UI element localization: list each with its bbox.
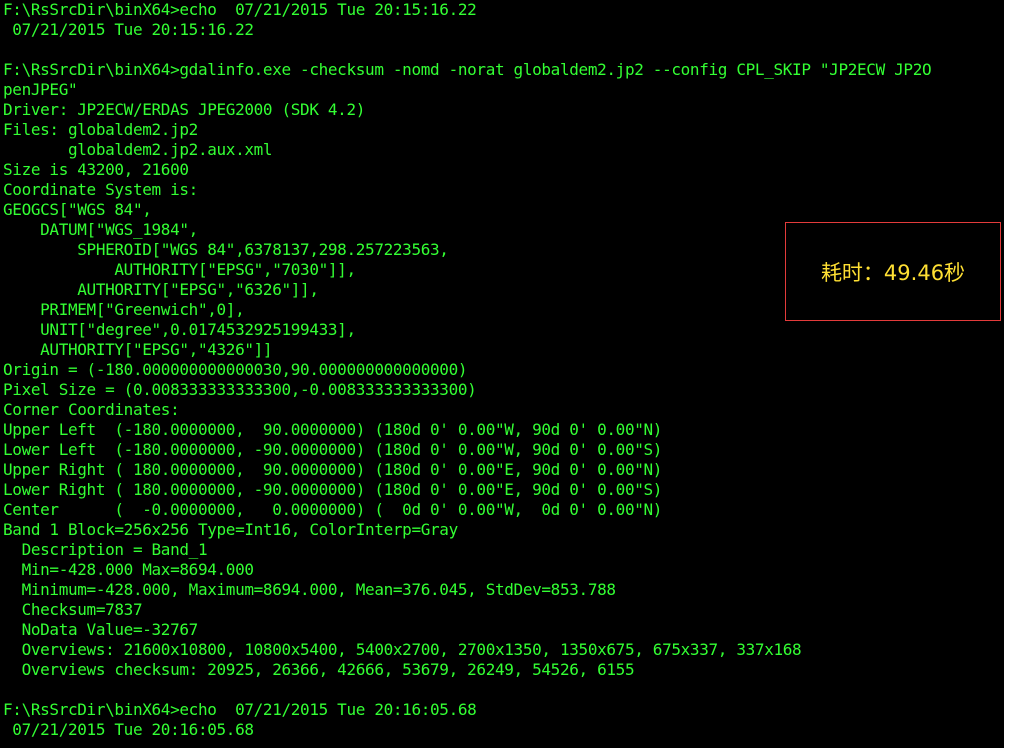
- console-output[interactable]: F:\RsSrcDir\binX64>echo 07/21/2015 Tue 2…: [3, 0, 1004, 748]
- console-line: Overviews: 21600x10800, 10800x5400, 5400…: [3, 640, 802, 659]
- console-line: GEOGCS["WGS 84",: [3, 200, 152, 219]
- timing-label: 耗时：49.46秒: [820, 260, 966, 285]
- console-line: Origin = (-180.000000000000030,90.000000…: [3, 360, 468, 379]
- scrollbar[interactable]: [1004, 0, 1011, 748]
- console-line: Files: globaldem2.jp2: [3, 120, 198, 139]
- console-line: Coordinate System is:: [3, 180, 198, 199]
- timing-annotation: 耗时：49.46秒: [785, 222, 1001, 321]
- console-line: Minimum=-428.000, Maximum=8694.000, Mean…: [3, 580, 616, 599]
- console-line: Corner Coordinates:: [3, 400, 180, 419]
- console-line: UNIT["degree",0.0174532925199433],: [3, 320, 356, 339]
- console-line: Size is 43200, 21600: [3, 160, 189, 179]
- console-line: AUTHORITY["EPSG","4326"]]: [3, 340, 273, 359]
- console-line: Lower Left (-180.0000000, -90.0000000) (…: [3, 440, 663, 459]
- console-line: Upper Left (-180.0000000, 90.0000000) (1…: [3, 420, 663, 439]
- console-line: Description = Band_1: [3, 540, 208, 559]
- console-line: F:\RsSrcDir\binX64>gdalinfo.exe -checksu…: [3, 60, 932, 79]
- console-line: globaldem2.jp2.aux.xml: [3, 140, 273, 159]
- console-line: Pixel Size = (0.008333333333300,-0.00833…: [3, 380, 477, 399]
- console-line: Min=-428.000 Max=8694.000: [3, 560, 254, 579]
- console-line: 07/21/2015 Tue 20:15:16.22: [3, 20, 254, 39]
- console-line: Upper Right ( 180.0000000, 90.0000000) (…: [3, 460, 663, 479]
- console-line: Center ( -0.0000000, 0.0000000) ( 0d 0' …: [3, 500, 663, 519]
- console-line: Band 1 Block=256x256 Type=Int16, ColorIn…: [3, 520, 458, 539]
- console-line: F:\RsSrcDir\binX64>echo 07/21/2015 Tue 2…: [3, 0, 477, 19]
- console-line: Lower Right ( 180.0000000, -90.0000000) …: [3, 480, 663, 499]
- console-line: Checksum=7837: [3, 600, 143, 619]
- console-line: F:\RsSrcDir\binX64>echo 07/21/2015 Tue 2…: [3, 700, 477, 719]
- console-line: Driver: JP2ECW/ERDAS JPEG2000 (SDK 4.2): [3, 100, 366, 119]
- console-line: NoData Value=-32767: [3, 620, 199, 639]
- console-line: penJPEG": [3, 80, 78, 99]
- console-line: 07/21/2015 Tue 20:16:05.68: [3, 720, 254, 739]
- console-line: Overviews checksum: 20925, 26366, 42666,…: [3, 660, 635, 679]
